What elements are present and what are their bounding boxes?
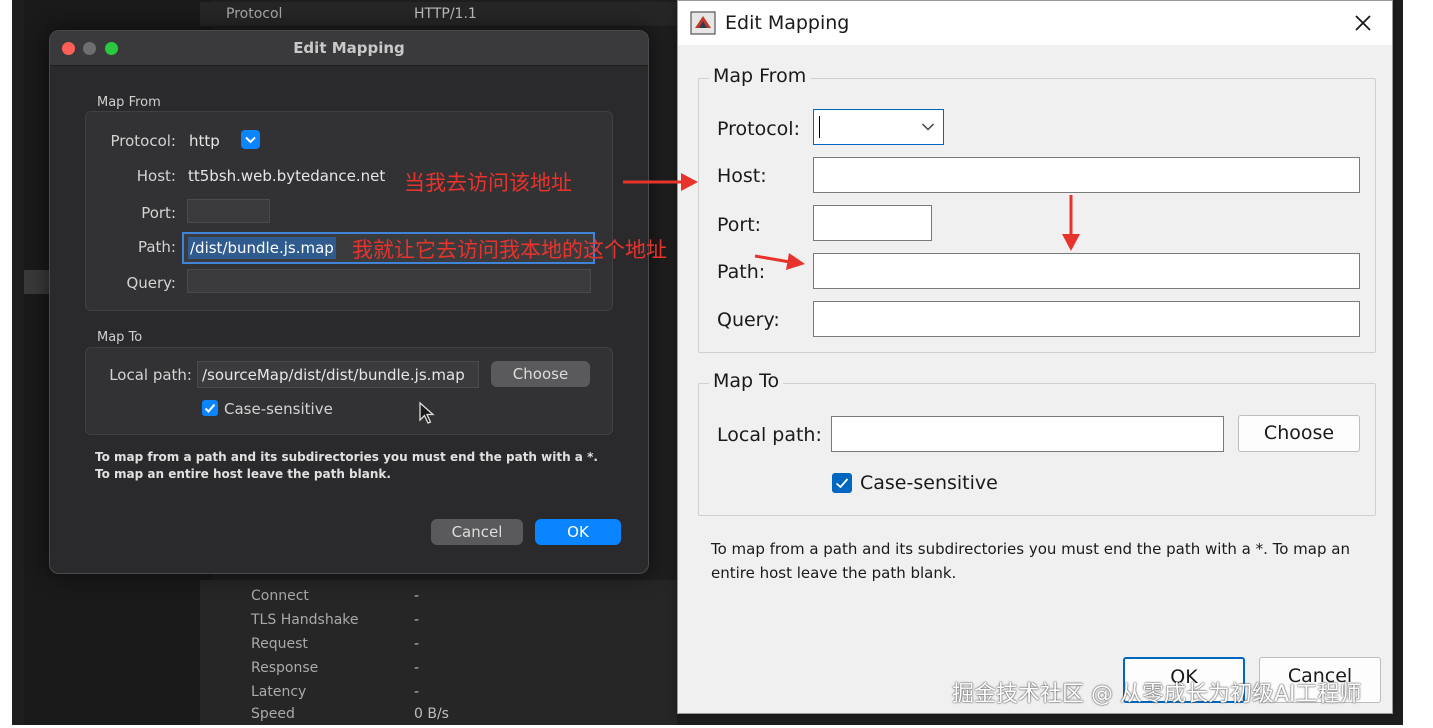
- background-protocol-value: HTTP/1.1: [414, 6, 477, 22]
- timing-value: -: [414, 588, 420, 604]
- win-local-path-label: Local path:: [717, 424, 822, 446]
- background-protocol-row: Protocol HTTP/1.1: [200, 2, 740, 27]
- mac-cancel-button[interactable]: Cancel: [431, 519, 523, 545]
- mac-case-sensitive-label: Case-sensitive: [224, 400, 333, 418]
- timing-row: Latency -: [200, 680, 677, 704]
- mac-port-input[interactable]: [187, 199, 270, 223]
- mac-query-label: Query:: [126, 274, 176, 292]
- mac-protocol-select[interactable]: http: [189, 132, 220, 150]
- timing-row: TLS Handshake -: [200, 608, 677, 632]
- app-icon: [690, 11, 716, 35]
- win-path-label: Path:: [717, 261, 766, 283]
- mac-map-from-heading: Map From: [97, 95, 161, 110]
- win-case-sensitive-checkbox[interactable]: [832, 473, 852, 493]
- win-path-input[interactable]: [813, 253, 1360, 289]
- mac-local-path-input[interactable]: /sourceMap/dist/dist/bundle.js.map: [197, 361, 479, 388]
- win-help-text: To map from a path and its subdirectorie…: [711, 540, 1350, 582]
- win-title-bar: Edit Mapping: [678, 1, 1392, 45]
- win-query-input[interactable]: [813, 301, 1360, 337]
- win-edit-mapping-dialog: Edit Mapping Map From Protocol: Host: Po…: [677, 0, 1393, 714]
- text-caret: [819, 116, 820, 138]
- watermark: 掘金技术社区 @ 从零成长为初级AI工程师: [952, 682, 1362, 707]
- mac-case-sensitive-checkbox[interactable]: [202, 400, 218, 416]
- timing-row: Speed 0 B/s: [200, 704, 677, 728]
- chevron-down-icon[interactable]: [921, 122, 935, 132]
- mac-host-input[interactable]: tt5bsh.web.bytedance.net: [184, 163, 404, 191]
- win-query-label: Query:: [717, 309, 780, 331]
- mac-port-label: Port:: [141, 204, 176, 222]
- background-timing-panel: Connect - TLS Handshake - Request - Resp…: [200, 580, 677, 725]
- mac-host-label: Host:: [136, 167, 176, 185]
- win-choose-button[interactable]: Choose: [1238, 415, 1360, 452]
- host-annotation-text: 当我去访问该地址: [404, 171, 572, 195]
- timing-label: Request: [251, 636, 308, 652]
- checkmark-icon: [835, 478, 849, 489]
- mac-local-path-label: Local path:: [109, 366, 192, 384]
- background-protocol-label: Protocol: [226, 6, 283, 22]
- win-case-sensitive-label: Case-sensitive: [860, 472, 998, 494]
- win-dialog-title: Edit Mapping: [725, 12, 850, 34]
- win-host-label: Host:: [717, 165, 767, 187]
- timing-value: -: [414, 660, 420, 676]
- win-protocol-select[interactable]: [813, 109, 944, 145]
- mac-query-input[interactable]: [187, 269, 591, 293]
- timing-row: Request -: [200, 632, 677, 656]
- timing-value: -: [414, 636, 420, 652]
- timing-label: TLS Handshake: [251, 612, 359, 628]
- timing-row: Response -: [200, 656, 677, 680]
- mac-help-text: To map from a path and its subdirectorie…: [95, 450, 598, 481]
- mac-choose-button[interactable]: Choose: [491, 361, 590, 387]
- checkmark-icon: [204, 403, 216, 413]
- chevron-down-icon[interactable]: [241, 130, 260, 149]
- mac-edit-mapping-dialog: Edit Mapping Map From Protocol: http Hos…: [49, 30, 649, 574]
- timing-label: Latency: [251, 684, 307, 700]
- mac-map-to-heading: Map To: [97, 330, 143, 345]
- close-icon[interactable]: [1354, 14, 1372, 32]
- timing-value: -: [414, 684, 420, 700]
- timing-value: -: [414, 612, 420, 628]
- timing-label: Connect: [251, 588, 309, 604]
- win-protocol-label: Protocol:: [717, 118, 800, 140]
- mac-title-bar: Edit Mapping: [50, 31, 648, 66]
- timing-label: Speed: [251, 706, 295, 722]
- mac-path-selected-text: /dist/bundle.js.map: [188, 237, 336, 259]
- timing-label: Response: [251, 660, 319, 676]
- timing-row: Connect -: [200, 584, 677, 608]
- win-map-to-heading: Map To: [709, 370, 784, 392]
- win-local-path-input[interactable]: [831, 416, 1224, 452]
- timing-value: 0 B/s: [414, 706, 449, 722]
- mac-path-label: Path:: [137, 238, 176, 256]
- mouse-cursor-icon: [419, 401, 435, 424]
- win-host-input[interactable]: [813, 157, 1360, 193]
- win-port-input[interactable]: [813, 205, 932, 241]
- path-annotation-text: 我就让它去访问我本地的这个地址: [352, 238, 667, 262]
- mac-dialog-title: Edit Mapping: [293, 39, 405, 57]
- mac-protocol-label: Protocol:: [110, 132, 176, 150]
- win-map-from-heading: Map From: [709, 65, 811, 87]
- mac-ok-button[interactable]: OK: [535, 519, 621, 545]
- win-port-label: Port:: [717, 214, 762, 236]
